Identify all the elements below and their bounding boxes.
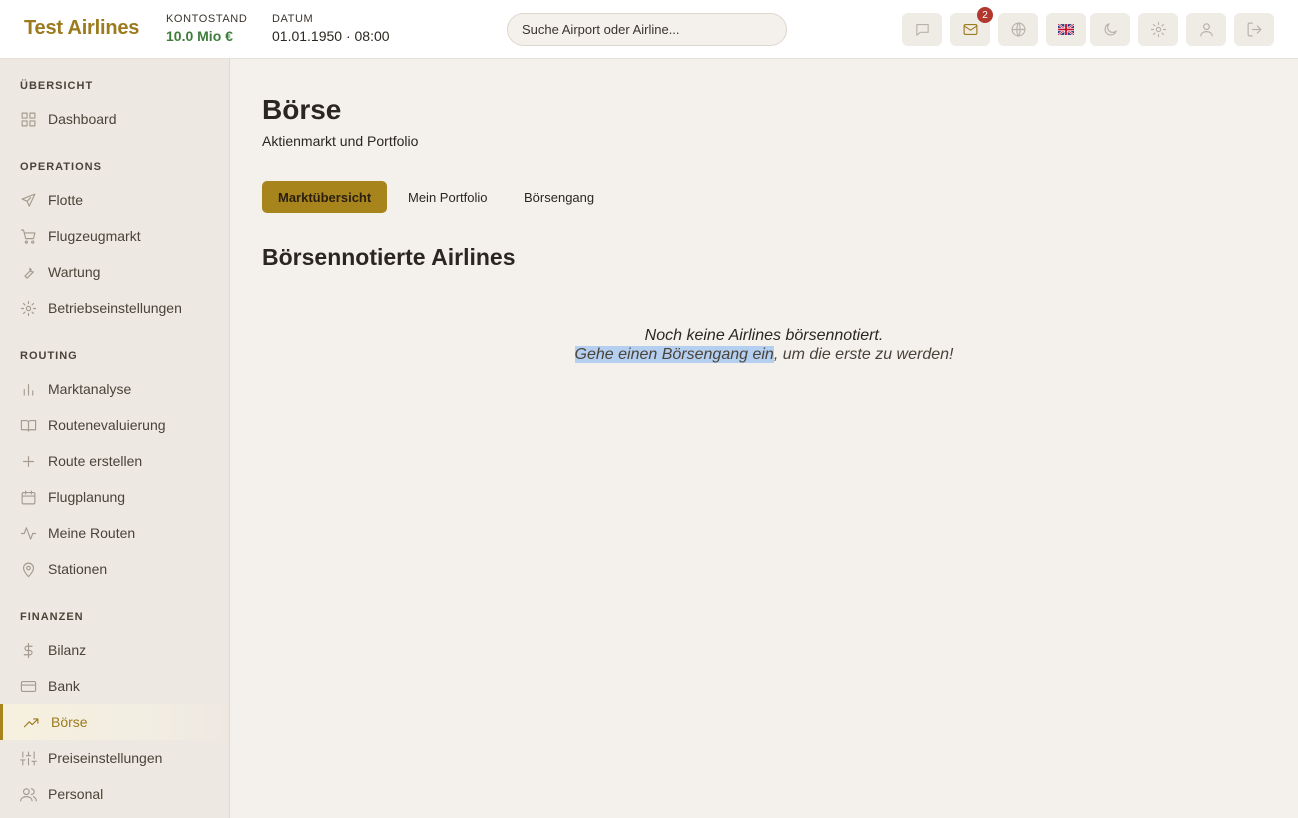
sidebar-item-flugplanung[interactable]: Flugplanung [0,479,229,515]
balance-label: KONTOSTAND [166,13,248,25]
sidebar-item-label: Flotte [48,192,84,208]
logout-icon [1247,22,1261,37]
credit-card-icon [20,680,37,692]
bar-chart-icon [23,383,34,396]
date-value: 01.01.1950 · 08:00 [272,28,390,44]
trending-up-icon [23,717,39,727]
empty-state: Noch keine Airlines börsennotiert. Gehe … [230,326,1298,364]
gear-icon [20,300,37,316]
theme-button[interactable] [1090,13,1130,46]
sidebar-item-label: Bilanz [48,642,87,658]
sidebar-item-label: Routenevaluierung [48,417,166,433]
sidebar-item-label: Dashboard [48,111,117,127]
sidebar-item-label: Route erstellen [48,453,143,469]
balance-stat: KONTOSTAND 10.0 Mio € [166,13,247,44]
plus-icon [22,455,35,467]
logout-button[interactable] [1234,13,1274,46]
sidebar-item-label: Börse [51,714,88,730]
sidebar-item-routenevaluierung[interactable]: Routenevaluierung [0,407,229,443]
globe-icon [1011,22,1025,37]
wrench-icon [24,267,35,279]
sidebar-item-label: Preiseinstellungen [48,750,163,766]
section-finanzen: FINANZEN [20,611,84,623]
sidebar-item-label: Betriebseinstellungen [48,300,182,316]
sidebar-item-dashboard[interactable]: Dashboard [0,101,229,137]
calendar-icon [21,490,36,504]
section-operations: OPERATIONS [20,161,102,173]
sidebar-item-label: Flugplanung [48,489,126,505]
sidebar-item-wartung[interactable]: Wartung [0,254,229,290]
sidebar-item-betriebseinstellungen[interactable]: Betriebseinstellungen [0,290,229,326]
date-stat: DATUM 01.01.1950 · 08:00 [272,13,390,44]
section-title: Börsennotierte Airlines [262,244,516,270]
dollar-icon [23,642,33,658]
mail-icon [963,23,977,36]
date-label: DATUM [272,13,314,25]
main-content: Börse Aktienmarkt und Portfolio Marktübe… [230,59,1298,818]
sidebar-item-bilanz[interactable]: Bilanz [0,632,229,668]
sidebar-item-marktanalyse[interactable]: Marktanalyse [0,371,229,407]
brand-logo[interactable]: Test Airlines [24,17,139,40]
activity-icon [20,526,37,540]
profile-button[interactable] [1186,13,1226,46]
sidebar-item-label: Personal [48,786,104,802]
sidebar: ÜBERSICHT Dashboard OPERATIONS Flotte Fl… [0,59,230,818]
user-icon [1199,23,1213,37]
mail-button[interactable]: 2 [950,7,993,46]
empty-message: Noch keine Airlines börsennotiert. [644,327,884,344]
tab-mein-portfolio[interactable]: Mein Portfolio [392,181,503,213]
sidebar-item-boerse[interactable]: Börse [0,704,229,740]
sidebar-item-meine-routen[interactable]: Meine Routen [0,515,229,551]
users-icon [20,787,37,801]
map-pin-icon [22,562,35,577]
empty-message-rest: , um die erste zu werden! [773,346,954,363]
globe-button[interactable] [998,13,1038,46]
sidebar-item-label: Stationen [48,561,108,577]
page-title: Börse [262,94,342,125]
settings-button[interactable] [1138,13,1178,46]
sidebar-item-preiseinstellungen[interactable]: Preiseinstellungen [0,740,229,776]
uk-flag-icon [1058,24,1074,35]
grid-icon [21,112,36,126]
sidebar-item-personal[interactable]: Personal [0,776,229,812]
sidebar-item-stationen[interactable]: Stationen [0,551,229,587]
top-bar: Test Airlines KONTOSTAND 10.0 Mio € DATU… [0,0,1298,59]
mail-badge: 2 [977,7,993,23]
sidebar-item-flugzeugmarkt[interactable]: Flugzeugmarkt [0,218,229,254]
chat-icon [915,23,929,36]
sliders-icon [20,751,37,765]
search-input[interactable] [507,13,787,46]
section-uebersicht: ÜBERSICHT [20,80,94,92]
moon-icon [1104,23,1117,36]
book-icon [20,419,37,432]
ipo-link[interactable]: Gehe einen Börsengang ein [574,346,774,363]
sidebar-item-label: Meine Routen [48,525,136,541]
plane-icon [21,193,36,207]
sidebar-item-bank[interactable]: Bank [0,668,229,704]
page-subtitle: Aktienmarkt und Portfolio [262,133,419,149]
sidebar-item-flotte[interactable]: Flotte [0,182,229,218]
balance-value: 10.0 Mio € [166,28,233,44]
sidebar-item-label: Flugzeugmarkt [48,228,141,244]
sidebar-item-label: Marktanalyse [48,381,132,397]
sidebar-item-label: Wartung [48,264,101,280]
cart-icon [20,229,36,244]
sidebar-item-label: Bank [48,678,80,694]
gear-icon [1150,21,1166,38]
tab-marktuebersicht[interactable]: Marktübersicht [262,181,388,213]
tab-boersengang[interactable]: Börsengang [508,181,610,213]
sidebar-item-route-erstellen[interactable]: Route erstellen [0,443,229,479]
chat-button[interactable] [902,13,942,46]
section-routing: ROUTING [20,350,78,362]
language-button[interactable] [1046,13,1086,46]
